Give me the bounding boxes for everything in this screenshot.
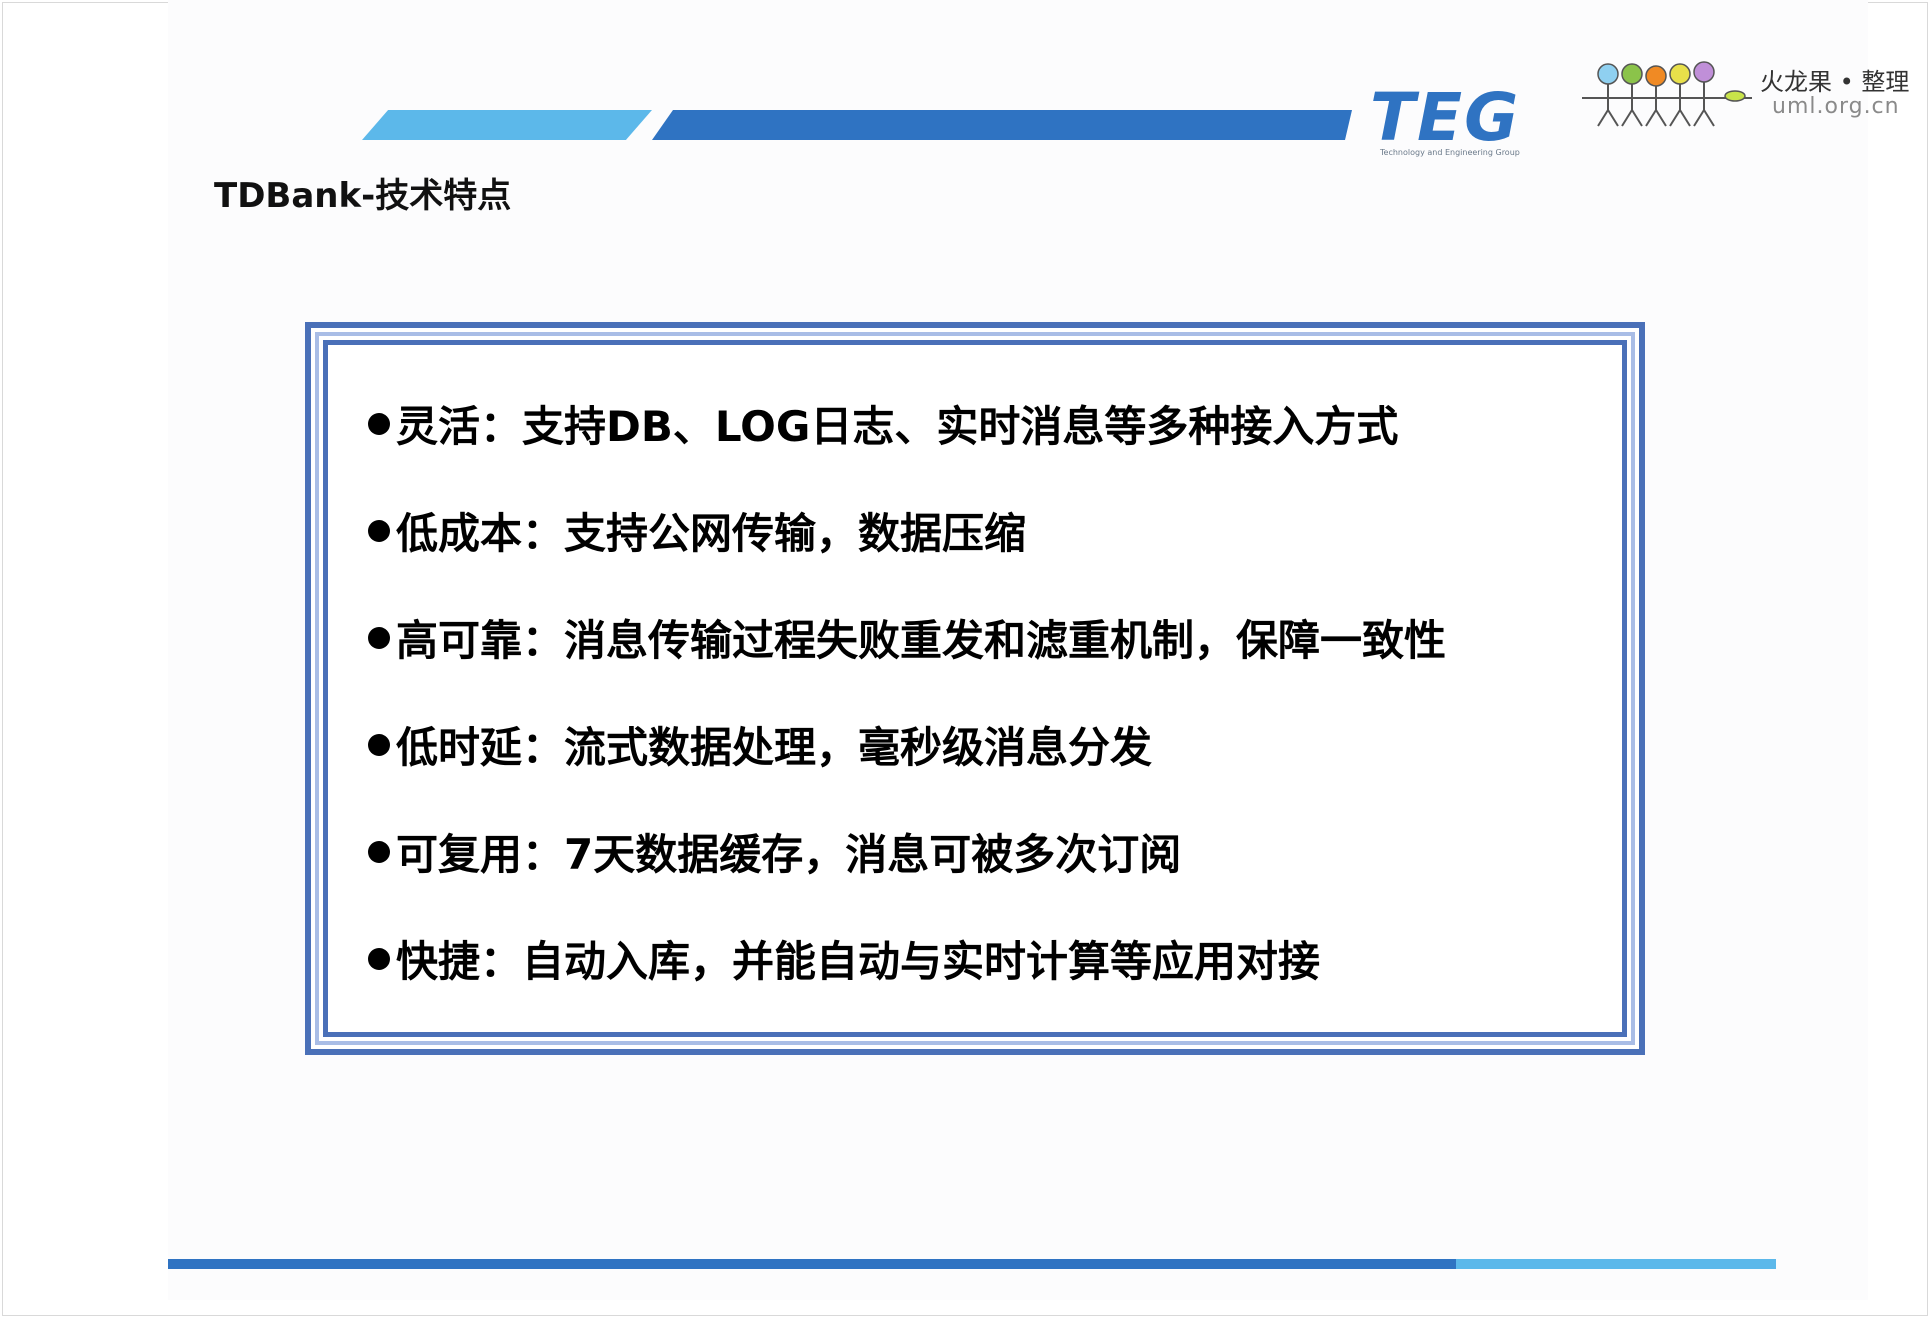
teg-logo-subtitle: Technology and Engineering Group [1380,148,1520,157]
slide-page: TEG Technology and Engineering Group 火龙果… [0,0,1932,1320]
bullet-icon [368,519,390,542]
feature-description: 流式数据处理，毫秒级消息分发 [564,723,1153,772]
feature-item: 快捷：自动入库，并能自动与实时计算等应用对接 [368,905,1446,1012]
feature-separator: ： [522,723,565,772]
bullet-icon [368,412,390,435]
feature-separator: ： [522,830,565,879]
feature-separator: ： [522,616,565,665]
feature-item: 低成本：支持公网传输，数据压缩 [368,477,1446,584]
feature-description: 自动入库，并能自动与实时计算等应用对接 [522,937,1321,986]
feature-item: 低时延：流式数据处理，毫秒级消息分发 [368,691,1446,798]
feature-description: 支持公网传输，数据压缩 [564,509,1027,558]
uml-watermark-logo: 火龙果 • 整理 uml.org.cn [1580,60,1920,130]
feature-description: 7天数据缓存，消息可被多次订阅 [564,830,1182,879]
stick-figures-icon [1582,61,1752,127]
feature-label: 高可靠 [396,616,523,665]
feature-item: 可复用： 7天数据缓存，消息可被多次订阅 [368,798,1446,905]
feature-label: 可复用 [396,830,523,879]
feature-label: 快捷 [396,937,481,986]
feature-item: 高可靠：消息传输过程失败重发和滤重机制，保障一致性 [368,584,1446,691]
header-bar-dark [652,110,1352,140]
watermark-url: uml.org.cn [1772,94,1900,119]
feature-label: 低成本 [396,509,523,558]
bullet-icon [368,733,390,756]
features-frame: 灵活：支持DB、LOG日志、实时消息等多种接入方式 低成本：支持公网传输，数据压… [305,322,1645,1055]
feature-label: 灵活 [396,402,481,451]
feature-separator: ： [480,937,523,986]
bullet-icon [368,840,390,863]
bullet-icon [368,947,390,970]
header-bar-light [362,110,652,140]
watermark-title: 火龙果 • 整理 [1760,68,1910,96]
teg-logo-text: TEG [1370,79,1521,156]
footer-bar-light [1456,1259,1776,1269]
slide-title: TDBank-技术特点 [214,176,512,216]
footer-bar-dark [168,1259,1456,1269]
frame-inner-border: 灵活：支持DB、LOG日志、实时消息等多种接入方式 低成本：支持公网传输，数据压… [323,340,1627,1037]
bullet-icon [368,626,390,649]
feature-description: 消息传输过程失败重发和滤重机制，保障一致性 [564,616,1447,665]
feature-separator: ： [522,509,565,558]
feature-label: 低时延 [396,723,523,772]
frame-middle-border: 灵活：支持DB、LOG日志、实时消息等多种接入方式 低成本：支持公网传输，数据压… [315,332,1635,1045]
feature-description: 支持DB、LOG日志、实时消息等多种接入方式 [522,402,1399,451]
teg-logo: TEG Technology and Engineering Group [1370,79,1560,160]
feature-separator: ： [480,402,523,451]
feature-item: 灵活：支持DB、LOG日志、实时消息等多种接入方式 [368,370,1446,477]
features-list: 灵活：支持DB、LOG日志、实时消息等多种接入方式 低成本：支持公网传输，数据压… [368,370,1446,1012]
